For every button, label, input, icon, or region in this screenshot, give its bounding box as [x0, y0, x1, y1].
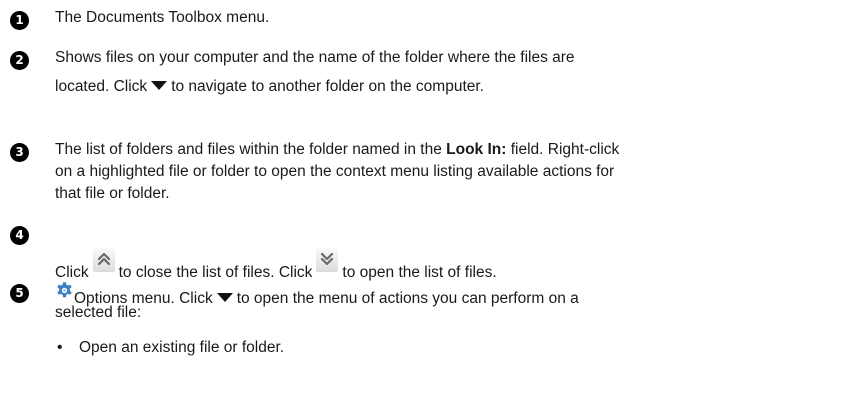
item-3-line-2: on a highlighted file or folder to open … [55, 163, 615, 180]
item-3-line-1-end: field. Right-click [506, 141, 620, 158]
item-2-navigate-text: to navigate to another folder on the com… [171, 78, 484, 95]
step-number-3: 3 [10, 143, 29, 162]
item-5-line-2: selected file: [55, 304, 142, 321]
item-3-line-1: The list of folders and files within the… [55, 140, 619, 160]
step-number-5: 5 [10, 284, 29, 303]
dropdown-arrow-icon [216, 293, 233, 303]
step-number-2: 2 [10, 51, 29, 70]
item-5-bullet-1: • Open an existing file or folder. [55, 338, 284, 358]
item-1-text: The Documents Toolbox menu. [55, 8, 269, 28]
bullet-text-open-file: Open an existing file or folder. [79, 339, 285, 356]
item-4-line: Click to close the list of files. Click to… [55, 248, 497, 283]
dropdown-arrow-icon [151, 81, 168, 91]
step-number-1: 1 [10, 11, 29, 30]
bullet-marker: • [57, 339, 63, 356]
expand-double-chevron-icon [316, 248, 339, 272]
item-3-line-1-start: The list of folders and files within the… [55, 141, 447, 158]
item-2-line-2: located. Click to navigate to another fol… [55, 77, 484, 97]
item-4-click-text: Click [55, 264, 89, 281]
item-4-open-text: to open the list of files. [342, 264, 497, 281]
collapse-double-chevron-icon [92, 248, 115, 272]
options-gear-icon [55, 281, 74, 300]
item-2-click-text: located. Click [55, 78, 148, 95]
step-number-4: 4 [10, 226, 29, 245]
item-5-open-menu-text: to open the menu of actions you can perf… [236, 290, 579, 307]
item-4-close-text: to close the list of files. Click [118, 264, 313, 281]
item-2-line-1: Shows files on your computer and the nam… [55, 49, 575, 66]
item-1-line-1: The Documents Toolbox menu. [55, 9, 270, 26]
item-3-line-3: that file or folder. [55, 185, 170, 202]
look-in-field-label: Look In: [446, 141, 507, 158]
